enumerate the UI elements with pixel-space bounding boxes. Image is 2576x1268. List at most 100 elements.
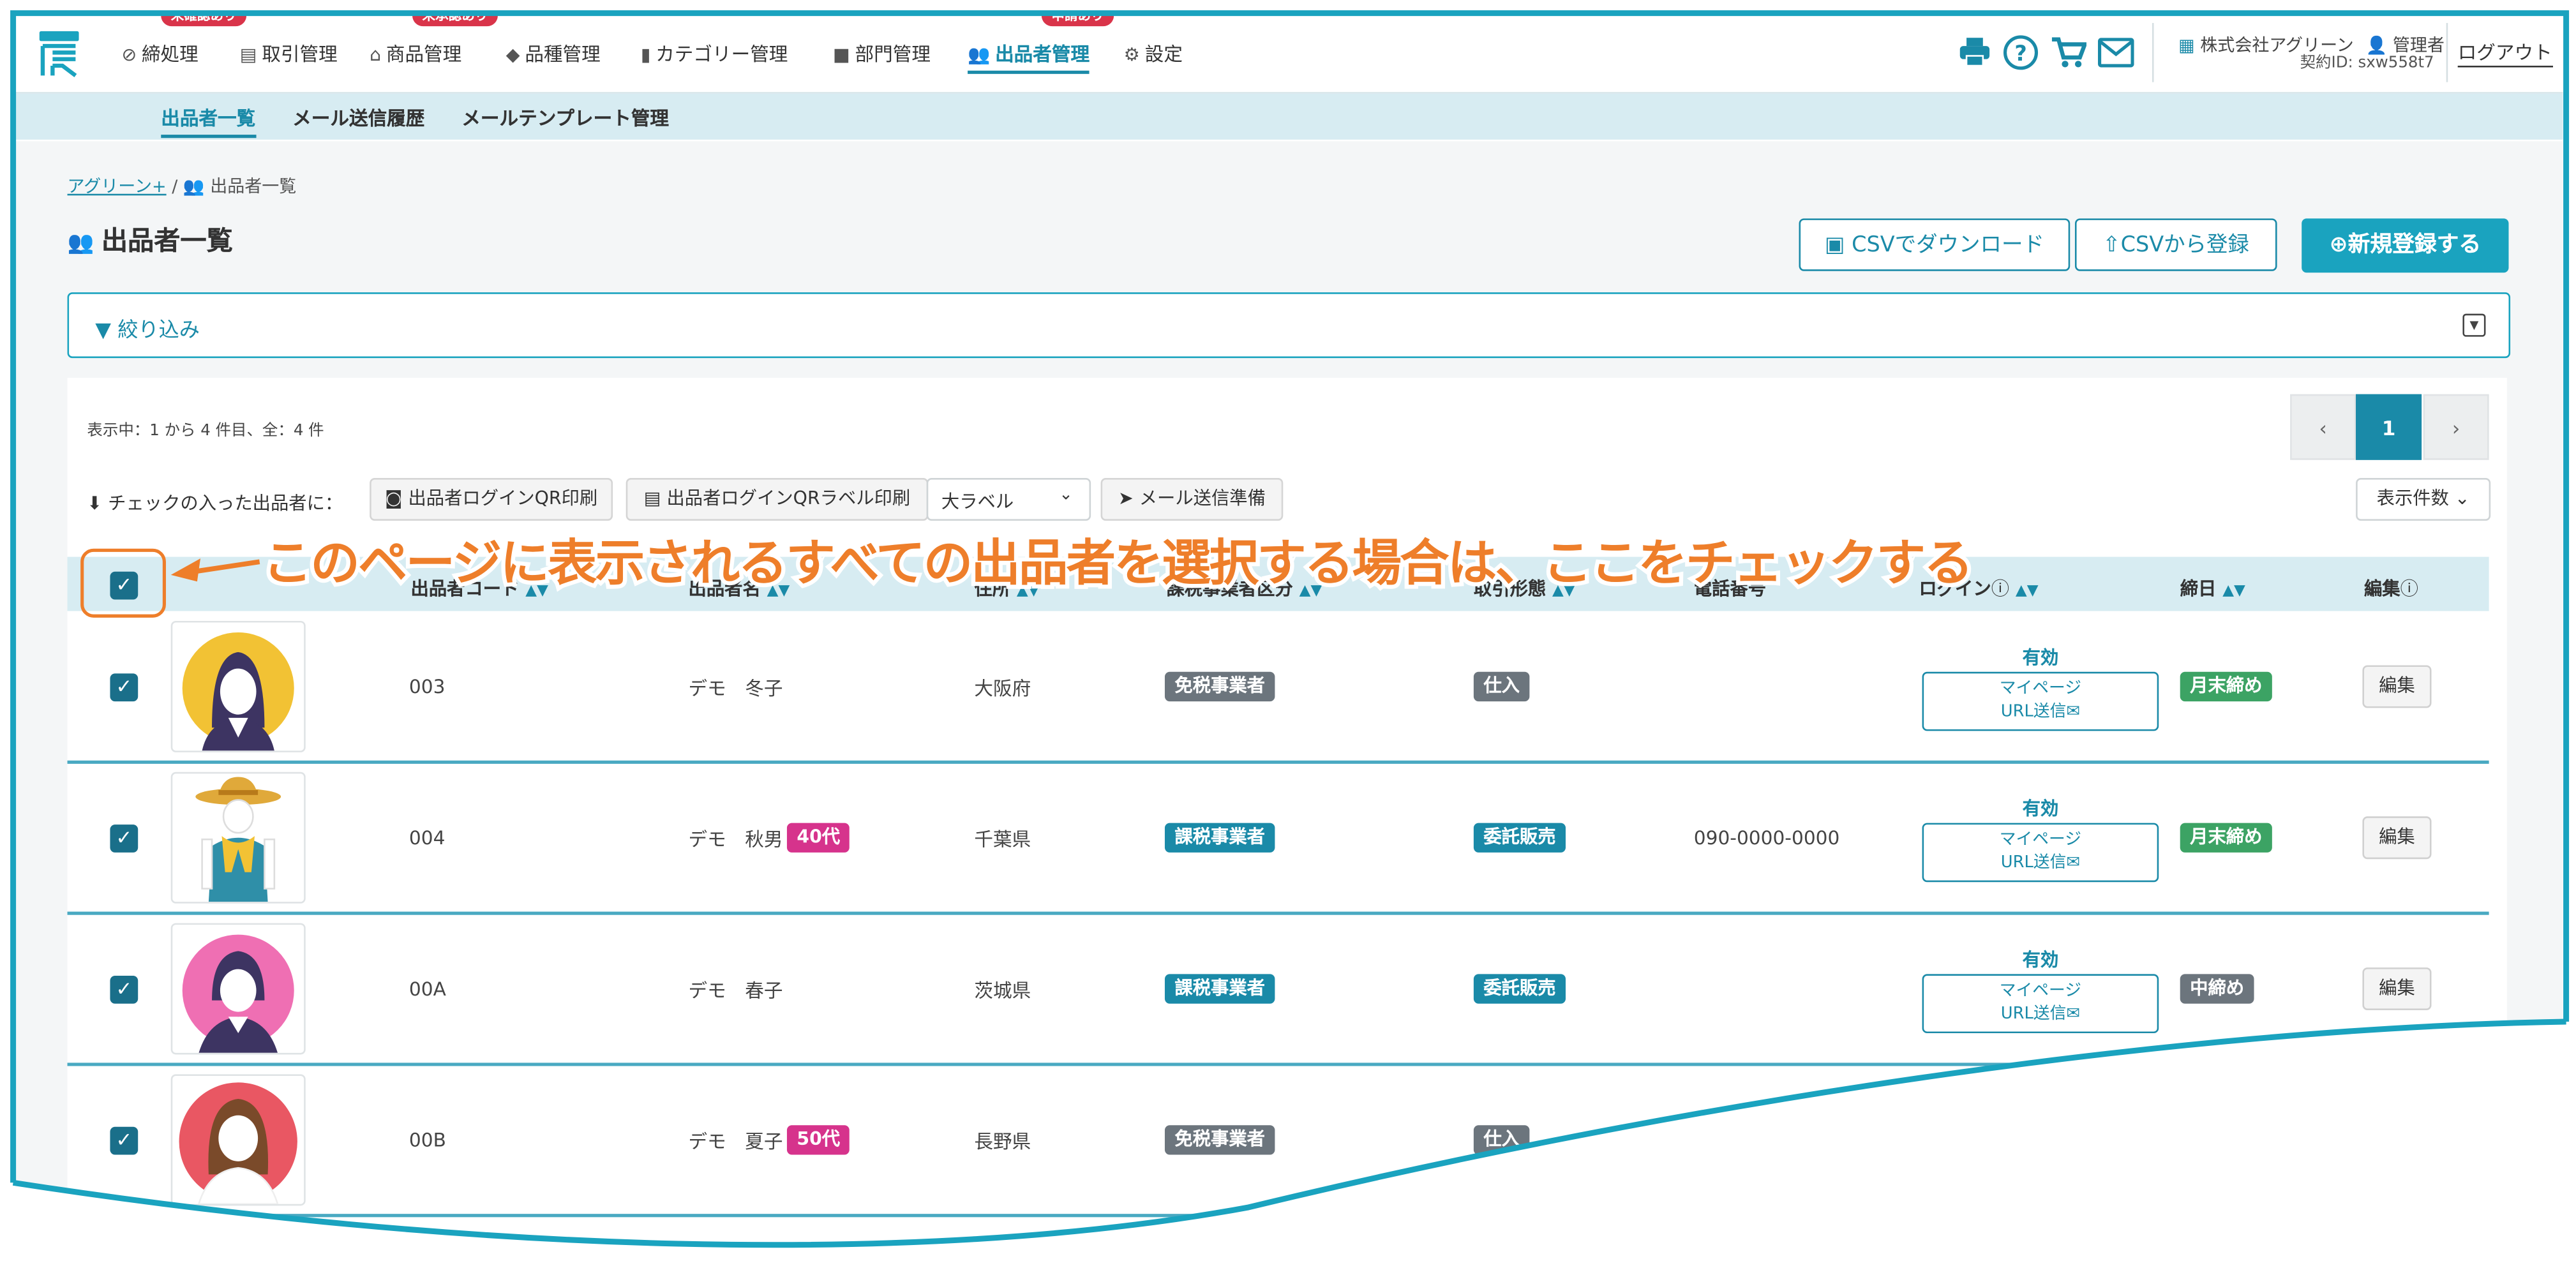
avatar-woman-pink-icon [172, 925, 304, 1053]
row-divider [68, 761, 2489, 763]
nav-closing[interactable]: ⊘ 締処理 [121, 41, 198, 67]
filter-toggle-icon[interactable]: ▼ [2462, 314, 2485, 337]
age-badge: 50代 [787, 1125, 850, 1154]
mail-icon: ✉ [2066, 1005, 2080, 1024]
row-checkbox[interactable]: ✓ [110, 976, 138, 1004]
funnel-icon: ▼ [95, 317, 118, 342]
pager-next[interactable]: › [2423, 394, 2489, 460]
annotation-text: このページに表示されるすべての出品者を選択する場合は、ここをチェックする [258, 532, 1977, 597]
nav-settings[interactable]: ⚙ 設定 [1124, 41, 1183, 67]
filter-label: ▼ 絞り込み [95, 317, 200, 342]
breadcrumb-current: 出品者一覧 [210, 177, 297, 197]
users-icon: 👥 [968, 44, 991, 66]
closing-badge: 中締め [2180, 974, 2254, 1003]
seller-name: デモ 秋男 [688, 828, 783, 851]
csv-register-button[interactable]: ⇧CSVから登録 [2075, 218, 2277, 271]
sort-icon[interactable]: ▲▼ [2016, 583, 2039, 600]
seller-avatar [171, 923, 306, 1055]
new-register-button[interactable]: ⊕新規登録する [2302, 218, 2508, 272]
seller-address: 大阪府 [974, 676, 1031, 700]
breadcrumb: アグリーン+ / 👥 出品者一覧 [67, 177, 297, 197]
nav-departments[interactable]: ■ 部門管理 [833, 41, 931, 67]
chevron-down-icon: ⌄ [1059, 486, 1073, 505]
login-status: 有効 [2022, 949, 2059, 971]
chevron-down-icon: ⌄ [2454, 488, 2470, 509]
nav-products[interactable]: ⌂ 商品管理 [370, 41, 461, 67]
building-icon: ▦ [2178, 36, 2201, 56]
edit-button[interactable]: 編集 [2362, 816, 2431, 859]
contract-id: 契約ID: sxw558t7 [2300, 54, 2434, 73]
print-icon[interactable] [1958, 36, 1991, 69]
qr-print-button[interactable]: ◙ 出品者ログインQR印刷 [370, 478, 613, 521]
mail-icon[interactable] [2098, 38, 2134, 67]
trade-badge: 委託販売 [1474, 974, 1566, 1003]
users-icon: 👥 [67, 231, 101, 257]
filter-panel[interactable]: ▼ 絞り込み ▼ [68, 292, 2511, 358]
cart-icon[interactable] [2050, 36, 2086, 69]
book-icon: ▮ [640, 44, 651, 66]
check-circle-icon: ⊘ [121, 44, 137, 66]
app-logo-icon [36, 29, 82, 78]
svg-text:?: ? [2014, 41, 2026, 66]
edit-button[interactable]: 編集 [2362, 665, 2431, 708]
users-icon: 👥 [183, 177, 211, 197]
send-icon: ➤ [1118, 488, 1139, 509]
seller-address: 茨城県 [974, 979, 1031, 1003]
help-icon: ⓘ [1991, 578, 2010, 600]
mypage-url-send-button[interactable]: マイページ URL送信✉ [1922, 672, 2159, 731]
folder-icon: ■ [833, 44, 850, 66]
subnav-seller-list[interactable]: 出品者一覧 [161, 105, 255, 138]
login-status: 有効 [2022, 798, 2059, 820]
seller-code: 003 [408, 675, 446, 698]
row-checkbox[interactable]: ✓ [110, 1127, 138, 1155]
trade-badge: 委託販売 [1474, 823, 1566, 853]
per-page-select[interactable]: 表示件数 ⌄ [2356, 478, 2490, 521]
header-divider-2 [2446, 23, 2448, 82]
mypage-url-send-button[interactable]: マイページ URL送信✉ [1922, 823, 2159, 883]
nav-sellers[interactable]: 👥 出品者管理 [968, 41, 1090, 73]
mail-prepare-button[interactable]: ➤ メール送信準備 [1101, 478, 1284, 521]
gear-icon: ⚙ [1123, 44, 1141, 66]
seller-address: 千葉県 [974, 828, 1031, 851]
sort-icon[interactable]: ▲▼ [2222, 583, 2245, 600]
seller-name: デモ 冬子 [688, 676, 783, 700]
mail-icon: ✉ [2066, 854, 2080, 872]
col-edit: 編集ⓘ [2363, 578, 2418, 600]
edit-button[interactable]: 編集 [2362, 967, 2431, 1010]
avatar-farmer-straw-hat-icon [172, 773, 304, 902]
login-status: 有効 [2022, 647, 2059, 669]
pager-page-1[interactable]: 1 [2356, 394, 2422, 460]
upload-icon: ⇧ [2102, 233, 2121, 258]
avatar-woman-dark-hair-icon [172, 623, 304, 751]
result-count: 表示中：1 から 4 件目、全：4 件 [87, 422, 324, 440]
csv-download-button[interactable]: ▣ CSVでダウンロード [1799, 218, 2071, 271]
logout-link[interactable]: ログアウト [2458, 40, 2552, 68]
nav-transactions[interactable]: ▤ 取引管理 [240, 41, 338, 67]
nav-varieties[interactable]: ◆ 品種管理 [506, 41, 601, 67]
nav-categories[interactable]: ▮ カテゴリー管理 [641, 41, 788, 67]
annotation-arrow-icon [170, 558, 260, 582]
mypage-url-send-button[interactable]: マイページ URL送信✉ [1922, 974, 2159, 1033]
subnav-mail-templates[interactable]: メールテンプレート管理 [461, 105, 669, 131]
camera-icon: ◙ [384, 488, 408, 509]
download-icon: ⬇ [87, 493, 109, 514]
page-title: 👥 出品者一覧 [67, 225, 233, 257]
tax-badge: 免税事業者 [1165, 1125, 1275, 1154]
row-checkbox[interactable]: ✓ [110, 824, 138, 853]
col-closing-day[interactable]: 締日 ▲▼ [2180, 575, 2245, 601]
seller-avatar [171, 772, 306, 904]
seller-code: 00B [408, 1128, 446, 1152]
subnav-mail-history[interactable]: メール送信履歴 [292, 105, 424, 131]
qr-label-print-button[interactable]: ▤ 出品者ログインQRラベル印刷 [626, 478, 929, 521]
label-size-select[interactable]: 大ラベル ⌄ [927, 478, 1091, 521]
list-icon: ▤ [239, 44, 257, 66]
row-checkbox[interactable]: ✓ [110, 673, 138, 701]
seller-avatar [171, 621, 306, 752]
avatar-woman-brown-hair-icon [172, 1076, 304, 1204]
seller-code: 004 [408, 826, 446, 849]
pager-prev[interactable]: ‹ [2290, 394, 2356, 460]
tax-badge: 課税事業者 [1165, 974, 1275, 1003]
breadcrumb-home[interactable]: アグリーン+ [68, 177, 167, 197]
age-badge: 40代 [787, 823, 850, 853]
help-icon[interactable]: ? [2003, 34, 2039, 71]
